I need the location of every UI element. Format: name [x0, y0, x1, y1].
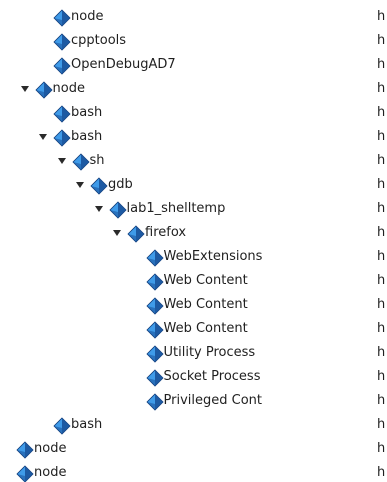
process-row[interactable]: node h	[0, 5, 387, 29]
triangle-down-icon[interactable]	[37, 131, 49, 143]
triangle-down-icon[interactable]	[111, 227, 123, 239]
process-diamond-icon	[53, 57, 71, 75]
process-diamond-icon	[145, 345, 164, 363]
process-row[interactable]: WebExtensions h	[0, 245, 387, 269]
process-name: sh	[89, 153, 105, 168]
process-row[interactable]: Utility Process h	[0, 341, 387, 365]
process-row[interactable]: OpenDebugAD7 h	[0, 53, 387, 77]
process-row[interactable]: Privileged Cont h	[0, 389, 387, 413]
process-row[interactable]: gdb h	[0, 173, 387, 197]
triangle-down-icon[interactable]	[93, 203, 105, 215]
process-diamond-icon	[71, 153, 90, 171]
process-diamond-icon	[145, 249, 164, 267]
process-row[interactable]: Web Content h	[0, 317, 387, 341]
process-row[interactable]: node h	[0, 437, 387, 461]
process-column-value: h	[377, 345, 386, 360]
process-column-value: h	[377, 321, 386, 336]
process-row[interactable]: sh h	[0, 149, 387, 173]
process-name: Socket Process	[163, 369, 261, 384]
process-column-value: h	[377, 393, 386, 408]
process-column-value: h	[377, 249, 386, 264]
process-diamond-icon	[145, 393, 164, 411]
process-row[interactable]: Web Content h	[0, 293, 387, 317]
process-column-value: h	[377, 9, 386, 24]
process-name: node	[34, 441, 67, 456]
process-diamond-icon	[53, 105, 71, 123]
process-row[interactable]: cpptools h	[0, 29, 387, 53]
process-row[interactable]: Web Content h	[0, 269, 387, 293]
process-name: Web Content	[163, 297, 248, 312]
process-diamond-icon	[53, 129, 71, 147]
process-diamond-icon	[16, 465, 34, 482]
process-name: bash	[71, 129, 103, 144]
process-column-value: h	[377, 177, 386, 192]
process-row[interactable]: bash h	[0, 413, 387, 437]
process-name: WebExtensions	[163, 249, 263, 264]
process-row[interactable]: lab1_shelltemp h	[0, 197, 387, 221]
process-diamond-icon	[53, 33, 71, 51]
process-diamond-icon	[127, 225, 145, 243]
process-column-value: h	[377, 417, 386, 432]
process-name: bash	[71, 417, 103, 432]
process-row[interactable]: bash h	[0, 101, 387, 125]
process-diamond-icon	[16, 441, 34, 459]
process-name: node	[34, 465, 67, 480]
process-row[interactable]: firefox h	[0, 221, 387, 245]
triangle-down-icon[interactable]	[19, 83, 31, 95]
process-diamond-icon	[145, 297, 164, 315]
process-column-value: h	[377, 81, 386, 96]
process-diamond-icon	[53, 9, 71, 27]
process-column-value: h	[377, 273, 386, 288]
process-diamond-icon	[90, 177, 108, 195]
process-column-value: h	[377, 57, 386, 72]
process-diamond-icon	[145, 273, 164, 291]
process-row[interactable]: Socket Process h	[0, 365, 387, 389]
process-name: lab1_shelltemp	[126, 201, 226, 216]
process-name: node	[52, 81, 85, 96]
process-column-value: h	[377, 201, 386, 216]
process-column-value: h	[377, 225, 386, 240]
triangle-down-icon[interactable]	[74, 179, 86, 191]
process-column-value: h	[377, 33, 386, 48]
process-row[interactable]: node h	[0, 461, 387, 482]
process-row[interactable]: bash h	[0, 125, 387, 149]
process-column-value: h	[377, 465, 386, 480]
process-column-value: h	[377, 129, 386, 144]
process-row[interactable]: node h	[0, 77, 387, 101]
process-name: OpenDebugAD7	[71, 57, 176, 72]
process-diamond-icon	[145, 321, 164, 339]
process-diamond-icon	[34, 81, 53, 99]
process-name: Utility Process	[163, 345, 256, 360]
process-column-value: h	[377, 297, 386, 312]
process-diamond-icon	[145, 369, 164, 387]
process-name: Web Content	[163, 321, 248, 336]
process-name: firefox	[145, 225, 187, 240]
process-name: Web Content	[163, 273, 248, 288]
process-column-value: h	[377, 153, 386, 168]
process-name: node	[71, 9, 104, 24]
process-name: gdb	[108, 177, 133, 192]
process-column-value: h	[377, 369, 386, 384]
process-diamond-icon	[108, 201, 127, 219]
process-name: cpptools	[71, 33, 127, 48]
process-tree: node h cpptools h OpenDebugAD7 h node h bash h bas…	[0, 0, 387, 482]
process-name: bash	[71, 105, 103, 120]
process-column-value: h	[377, 105, 386, 120]
process-column-value: h	[377, 441, 386, 456]
process-name: Privileged Cont	[163, 393, 262, 408]
triangle-down-icon[interactable]	[56, 155, 68, 167]
process-diamond-icon	[53, 417, 71, 435]
